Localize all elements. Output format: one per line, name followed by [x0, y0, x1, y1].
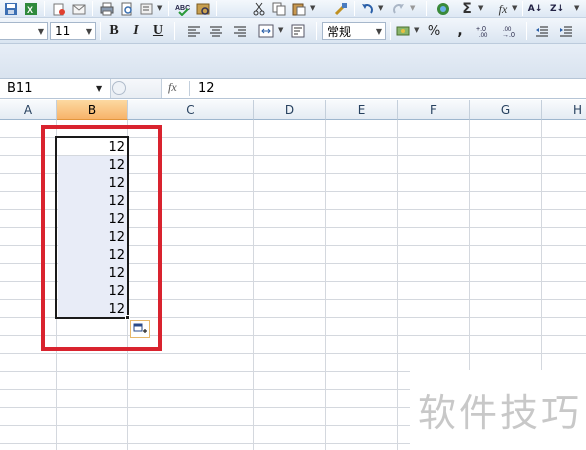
- align-right-icon[interactable]: [230, 22, 250, 40]
- permission-icon[interactable]: [50, 1, 68, 17]
- formula-bar: B11 ▼ fx 12: [0, 78, 586, 99]
- fx-icon[interactable]: fx: [168, 80, 177, 95]
- bold-button[interactable]: B: [104, 22, 124, 40]
- paste-icon[interactable]: [290, 1, 308, 17]
- print-icon[interactable]: [98, 1, 116, 17]
- standard-toolbar: X ▼ ABC ▼ ▼ ▼ Σ ▼ fx ▼ A↓ Z↓ ▼: [0, 0, 586, 18]
- redo-icon[interactable]: [390, 1, 408, 17]
- toolbar-band: [0, 44, 586, 78]
- save-icon[interactable]: [2, 1, 20, 17]
- align-left-icon[interactable]: [184, 22, 204, 40]
- underline-button[interactable]: U: [148, 22, 168, 40]
- red-highlight-box: [41, 125, 162, 351]
- name-box-dropdown-icon[interactable]: ▼: [96, 84, 102, 93]
- format-painter-icon[interactable]: [332, 1, 350, 17]
- svg-text:ABC: ABC: [175, 5, 190, 12]
- svg-text:.00: .00: [479, 33, 488, 38]
- sort-descending-icon[interactable]: Z↓: [548, 1, 566, 17]
- increase-indent-icon[interactable]: [556, 22, 576, 40]
- undo-icon[interactable]: [358, 1, 376, 17]
- column-header-f[interactable]: F: [398, 100, 470, 120]
- font-size-value: 11: [55, 24, 71, 38]
- spelling-icon[interactable]: ABC: [174, 1, 192, 17]
- column-header-d[interactable]: D: [254, 100, 326, 120]
- formula-bar-expand-icon[interactable]: [112, 81, 126, 95]
- name-box[interactable]: B11: [0, 79, 110, 98]
- autosum-icon[interactable]: Σ: [458, 1, 476, 17]
- currency-icon[interactable]: [394, 22, 414, 40]
- merge-center-icon[interactable]: [256, 22, 276, 40]
- svg-text:+.0: +.0: [476, 26, 486, 33]
- formatting-toolbar: ▼ 11 ▼ B I U ▼ 常规 ▼ ▼ % , +.0.00 .00 →.0: [0, 18, 586, 44]
- insert-function-icon[interactable]: fx: [494, 1, 512, 17]
- column-header-c[interactable]: C: [128, 100, 254, 120]
- formula-input[interactable]: 12: [198, 79, 215, 98]
- decrease-decimal-icon[interactable]: .00 →.0: [500, 22, 520, 40]
- copy-icon[interactable]: [270, 1, 288, 17]
- column-header-e[interactable]: E: [326, 100, 398, 120]
- align-center-icon[interactable]: [206, 22, 226, 40]
- print-preview-icon[interactable]: [118, 1, 136, 17]
- italic-button[interactable]: I: [126, 22, 146, 40]
- percent-button[interactable]: %: [424, 22, 444, 40]
- excel-icon[interactable]: X: [22, 1, 40, 17]
- email-icon[interactable]: [70, 1, 88, 17]
- number-format-combo[interactable]: 常规 ▼: [322, 22, 386, 40]
- svg-text:→.0: →.0: [502, 32, 515, 38]
- sort-ascending-icon[interactable]: A↓: [526, 1, 544, 17]
- column-header-h[interactable]: H: [542, 100, 586, 120]
- cut-icon[interactable]: [250, 1, 268, 17]
- research-book-icon[interactable]: [194, 1, 212, 17]
- wrap-text-icon[interactable]: [288, 22, 308, 40]
- font-name-combo[interactable]: ▼: [0, 22, 48, 40]
- increase-decimal-icon[interactable]: +.0.00: [474, 22, 494, 40]
- column-header-a[interactable]: A: [0, 100, 57, 120]
- number-format-value: 常规: [327, 24, 352, 39]
- watermark: 软件技巧: [418, 391, 583, 435]
- svg-text:X: X: [27, 5, 33, 15]
- hyperlink-icon[interactable]: [434, 1, 452, 17]
- research-icon[interactable]: [138, 1, 156, 17]
- font-size-combo[interactable]: 11 ▼: [50, 22, 96, 40]
- column-header-g[interactable]: G: [470, 100, 542, 120]
- column-header-b[interactable]: B: [57, 100, 128, 120]
- decrease-indent-icon[interactable]: [532, 22, 552, 40]
- comma-button[interactable]: ,: [450, 22, 470, 40]
